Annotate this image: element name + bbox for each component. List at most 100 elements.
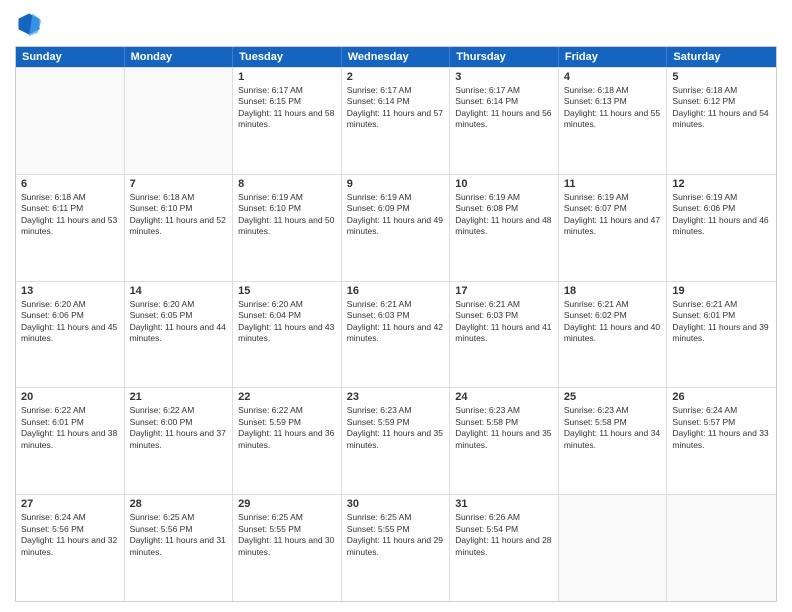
cal-header-monday: Monday bbox=[125, 47, 234, 67]
day-number: 20 bbox=[21, 391, 119, 403]
day-number: 10 bbox=[455, 178, 553, 190]
day-number: 31 bbox=[455, 498, 553, 510]
cal-cell-15: 15 Sunrise: 6:20 AM Sunset: 6:04 PM Dayli… bbox=[233, 282, 342, 388]
calendar: SundayMondayTuesdayWednesdayThursdayFrid… bbox=[15, 46, 777, 602]
cell-content: Sunrise: 6:20 AM Sunset: 6:06 PM Dayligh… bbox=[21, 299, 119, 345]
cal-cell-empty-w4c6 bbox=[667, 495, 776, 601]
cal-cell-16: 16Sunrise: 6:21 AM Sunset: 6:03 PM Dayli… bbox=[342, 282, 451, 388]
cal-cell-17: 17 Sunrise: 6:21 AM Sunset: 6:03 PM Dayli… bbox=[450, 282, 559, 388]
day-number: 19 bbox=[672, 285, 771, 297]
cell-content: Sunrise: 6:17 AM Sunset: 6:14 PM Dayligh… bbox=[347, 85, 445, 131]
logo-icon bbox=[15, 10, 43, 38]
day-number: 14 bbox=[130, 285, 228, 297]
week-row-4: 20Sunrise: 6:22 AM Sunset: 6:01 PM Dayli… bbox=[16, 387, 776, 494]
cal-cell-21: 21 Sunrise: 6:22 AM Sunset: 6:00 PM Dayli… bbox=[125, 388, 234, 494]
cal-cell-31: 31 Sunrise: 6:26 AM Sunset: 5:54 PM Dayli… bbox=[450, 495, 559, 601]
cal-cell-25: 25 Sunrise: 6:23 AM Sunset: 5:58 PM Dayli… bbox=[559, 388, 668, 494]
day-number: 6 bbox=[21, 178, 119, 190]
cell-content: Sunrise: 6:17 AM Sunset: 6:15 PM Dayligh… bbox=[238, 85, 336, 131]
cal-cell-empty-w0c1 bbox=[125, 68, 234, 174]
cal-cell-10: 10Sunrise: 6:19 AM Sunset: 6:08 PM Dayli… bbox=[450, 175, 559, 281]
day-number: 4 bbox=[564, 71, 662, 83]
cal-cell-22: 22 Sunrise: 6:22 AM Sunset: 5:59 PM Dayli… bbox=[233, 388, 342, 494]
cell-content: Sunrise: 6:21 AM Sunset: 6:03 PM Dayligh… bbox=[455, 299, 553, 345]
day-number: 29 bbox=[238, 498, 336, 510]
day-number: 12 bbox=[672, 178, 771, 190]
day-number: 16 bbox=[347, 285, 445, 297]
cal-cell-7: 7 Sunrise: 6:18 AM Sunset: 6:10 PM Daylig… bbox=[125, 175, 234, 281]
cal-cell-4: 4 Sunrise: 6:18 AM Sunset: 6:13 PM Daylig… bbox=[559, 68, 668, 174]
calendar-body: 1 Sunrise: 6:17 AM Sunset: 6:15 PM Daylig… bbox=[16, 67, 776, 601]
cal-cell-23: 23 Sunrise: 6:23 AM Sunset: 5:59 PM Dayli… bbox=[342, 388, 451, 494]
cell-content: Sunrise: 6:23 AM Sunset: 5:59 PM Dayligh… bbox=[347, 405, 445, 451]
week-row-1: 1 Sunrise: 6:17 AM Sunset: 6:15 PM Daylig… bbox=[16, 67, 776, 174]
cal-cell-12: 12 Sunrise: 6:19 AM Sunset: 6:06 PM Dayli… bbox=[667, 175, 776, 281]
cal-cell-18: 18 Sunrise: 6:21 AM Sunset: 6:02 PM Dayli… bbox=[559, 282, 668, 388]
cell-content: Sunrise: 6:26 AM Sunset: 5:54 PM Dayligh… bbox=[455, 512, 553, 558]
cell-content: Sunrise: 6:25 AM Sunset: 5:56 PM Dayligh… bbox=[130, 512, 228, 558]
cal-cell-11: 11Sunrise: 6:19 AM Sunset: 6:07 PM Dayli… bbox=[559, 175, 668, 281]
week-row-2: 6 Sunrise: 6:18 AM Sunset: 6:11 PM Daylig… bbox=[16, 174, 776, 281]
day-number: 9 bbox=[347, 178, 445, 190]
cal-cell-19: 19 Sunrise: 6:21 AM Sunset: 6:01 PM Dayli… bbox=[667, 282, 776, 388]
cal-header-thursday: Thursday bbox=[450, 47, 559, 67]
cal-cell-9: 9Sunrise: 6:19 AM Sunset: 6:09 PM Daylig… bbox=[342, 175, 451, 281]
day-number: 24 bbox=[455, 391, 553, 403]
cal-cell-14: 14 Sunrise: 6:20 AM Sunset: 6:05 PM Dayli… bbox=[125, 282, 234, 388]
day-number: 11 bbox=[564, 178, 662, 190]
day-number: 15 bbox=[238, 285, 336, 297]
cell-content: Sunrise: 6:20 AM Sunset: 6:05 PM Dayligh… bbox=[130, 299, 228, 345]
cell-content: Sunrise: 6:20 AM Sunset: 6:04 PM Dayligh… bbox=[238, 299, 336, 345]
cal-cell-empty-w0c0 bbox=[16, 68, 125, 174]
cal-cell-1: 1 Sunrise: 6:17 AM Sunset: 6:15 PM Daylig… bbox=[233, 68, 342, 174]
day-number: 3 bbox=[455, 71, 553, 83]
cell-content: Sunrise: 6:18 AM Sunset: 6:13 PM Dayligh… bbox=[564, 85, 662, 131]
cell-content: Sunrise: 6:23 AM Sunset: 5:58 PM Dayligh… bbox=[455, 405, 553, 451]
cell-content: Sunrise: 6:19 AM Sunset: 6:06 PM Dayligh… bbox=[672, 192, 771, 238]
cal-cell-26: 26Sunrise: 6:24 AM Sunset: 5:57 PM Dayli… bbox=[667, 388, 776, 494]
week-row-5: 27 Sunrise: 6:24 AM Sunset: 5:56 PM Dayli… bbox=[16, 494, 776, 601]
cell-content: Sunrise: 6:22 AM Sunset: 6:00 PM Dayligh… bbox=[130, 405, 228, 451]
cell-content: Sunrise: 6:24 AM Sunset: 5:56 PM Dayligh… bbox=[21, 512, 119, 558]
cell-content: Sunrise: 6:23 AM Sunset: 5:58 PM Dayligh… bbox=[564, 405, 662, 451]
day-number: 17 bbox=[455, 285, 553, 297]
day-number: 1 bbox=[238, 71, 336, 83]
cal-header-tuesday: Tuesday bbox=[233, 47, 342, 67]
cell-content: Sunrise: 6:18 AM Sunset: 6:10 PM Dayligh… bbox=[130, 192, 228, 238]
cal-cell-5: 5 Sunrise: 6:18 AM Sunset: 6:12 PM Daylig… bbox=[667, 68, 776, 174]
day-number: 8 bbox=[238, 178, 336, 190]
cal-cell-2: 2 Sunrise: 6:17 AM Sunset: 6:14 PM Daylig… bbox=[342, 68, 451, 174]
page: SundayMondayTuesdayWednesdayThursdayFrid… bbox=[0, 0, 792, 612]
week-row-3: 13Sunrise: 6:20 AM Sunset: 6:06 PM Dayli… bbox=[16, 281, 776, 388]
logo bbox=[15, 10, 47, 38]
cell-content: Sunrise: 6:22 AM Sunset: 5:59 PM Dayligh… bbox=[238, 405, 336, 451]
cal-cell-30: 30 Sunrise: 6:25 AM Sunset: 5:55 PM Dayli… bbox=[342, 495, 451, 601]
cal-cell-6: 6 Sunrise: 6:18 AM Sunset: 6:11 PM Daylig… bbox=[16, 175, 125, 281]
cal-cell-3: 3 Sunrise: 6:17 AM Sunset: 6:14 PM Daylig… bbox=[450, 68, 559, 174]
cal-cell-28: 28Sunrise: 6:25 AM Sunset: 5:56 PM Dayli… bbox=[125, 495, 234, 601]
day-number: 25 bbox=[564, 391, 662, 403]
cal-cell-24: 24 Sunrise: 6:23 AM Sunset: 5:58 PM Dayli… bbox=[450, 388, 559, 494]
day-number: 27 bbox=[21, 498, 119, 510]
cell-content: Sunrise: 6:18 AM Sunset: 6:11 PM Dayligh… bbox=[21, 192, 119, 238]
cell-content: Sunrise: 6:21 AM Sunset: 6:02 PM Dayligh… bbox=[564, 299, 662, 345]
day-number: 5 bbox=[672, 71, 771, 83]
calendar-header-row: SundayMondayTuesdayWednesdayThursdayFrid… bbox=[16, 47, 776, 67]
day-number: 23 bbox=[347, 391, 445, 403]
cal-header-wednesday: Wednesday bbox=[342, 47, 451, 67]
cal-header-friday: Friday bbox=[559, 47, 668, 67]
day-number: 21 bbox=[130, 391, 228, 403]
day-number: 26 bbox=[672, 391, 771, 403]
cell-content: Sunrise: 6:17 AM Sunset: 6:14 PM Dayligh… bbox=[455, 85, 553, 131]
day-number: 7 bbox=[130, 178, 228, 190]
day-number: 2 bbox=[347, 71, 445, 83]
cell-content: Sunrise: 6:21 AM Sunset: 6:01 PM Dayligh… bbox=[672, 299, 771, 345]
cell-content: Sunrise: 6:25 AM Sunset: 5:55 PM Dayligh… bbox=[347, 512, 445, 558]
cal-cell-8: 8 Sunrise: 6:19 AM Sunset: 6:10 PM Daylig… bbox=[233, 175, 342, 281]
cal-cell-13: 13Sunrise: 6:20 AM Sunset: 6:06 PM Dayli… bbox=[16, 282, 125, 388]
day-number: 18 bbox=[564, 285, 662, 297]
day-number: 30 bbox=[347, 498, 445, 510]
day-number: 22 bbox=[238, 391, 336, 403]
cell-content: Sunrise: 6:18 AM Sunset: 6:12 PM Dayligh… bbox=[672, 85, 771, 131]
cell-content: Sunrise: 6:19 AM Sunset: 6:10 PM Dayligh… bbox=[238, 192, 336, 238]
